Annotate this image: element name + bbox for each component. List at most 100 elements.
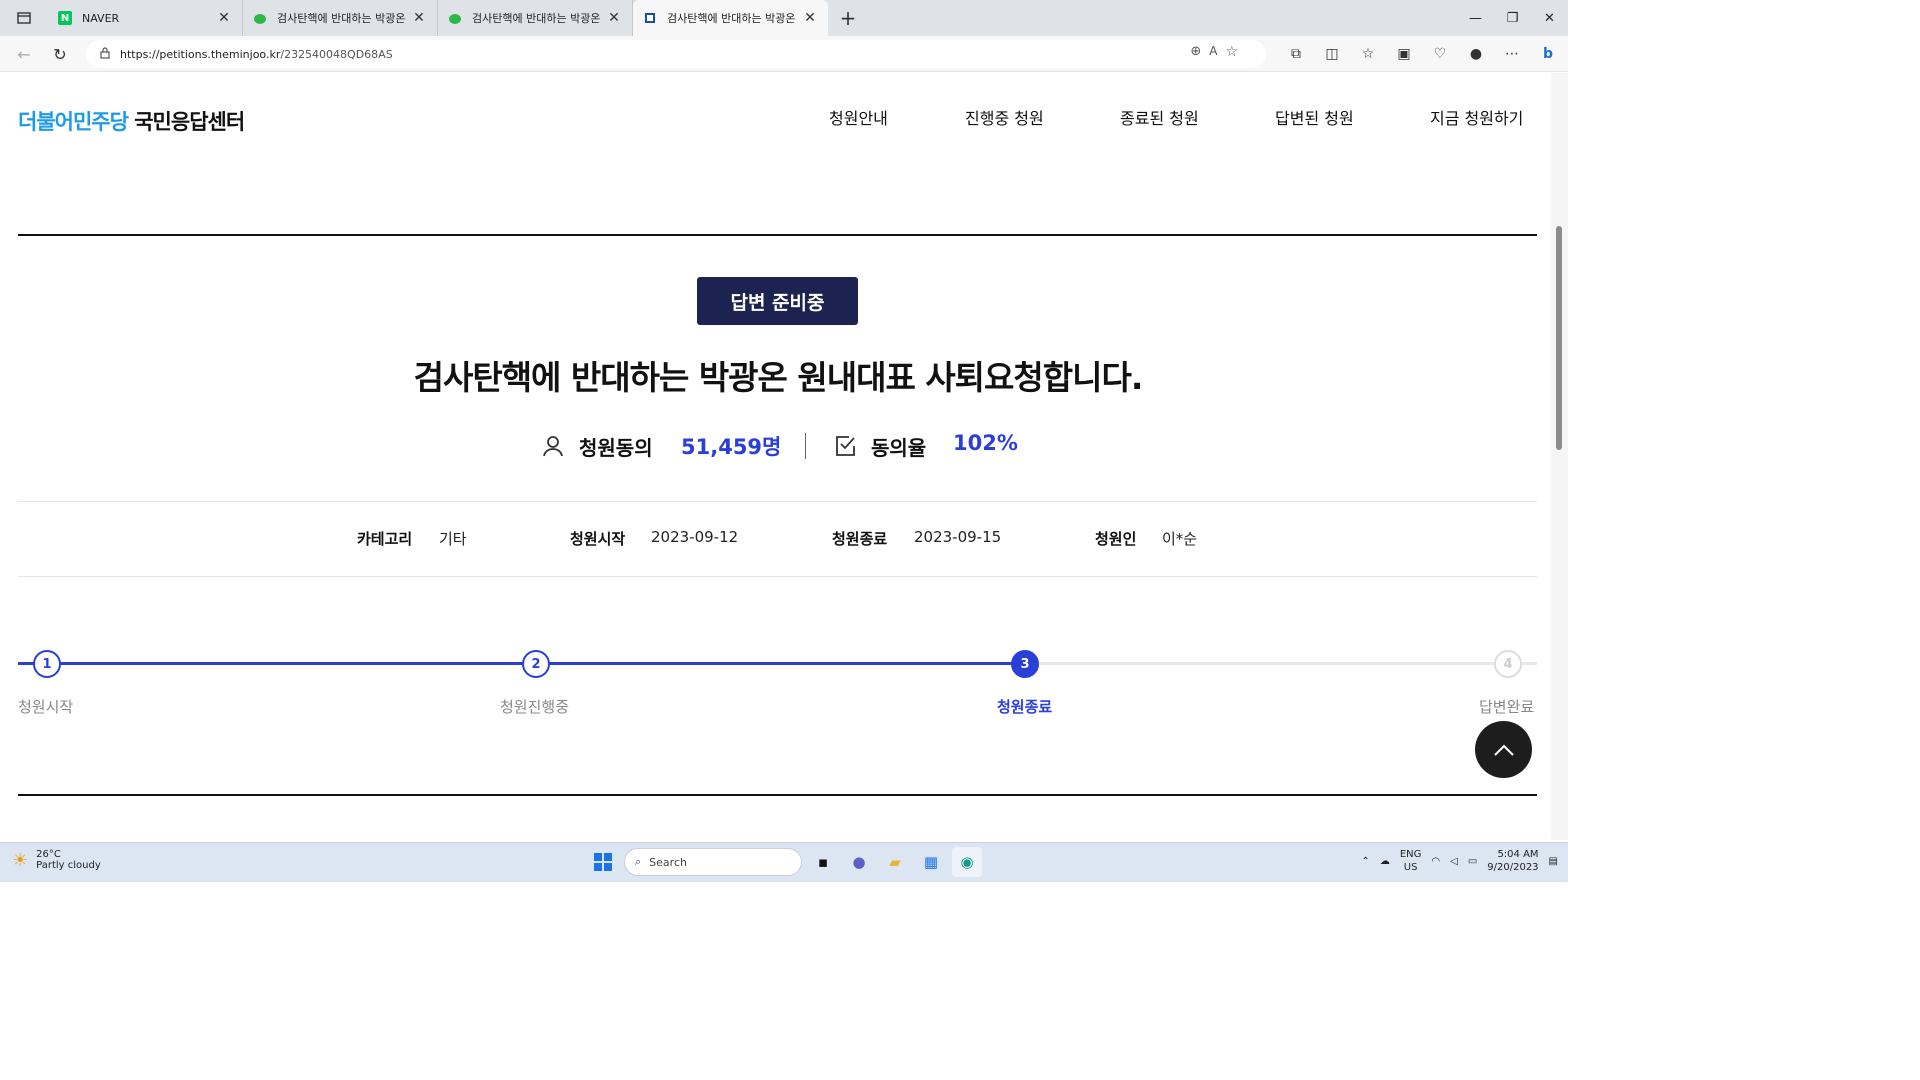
petition-stats: 청원동의 51,459명 동의율 102% — [0, 429, 1551, 465]
window-controls: — ❐ ✕ — [1457, 0, 1568, 36]
favorite-star-icon[interactable]: ☆ — [1225, 44, 1238, 60]
meta-divider-bottom — [18, 576, 1537, 577]
weather-condition: Partly cloudy — [36, 860, 101, 871]
system-tray: ⌃ ☁ ENG US ◠ ◁ ▭ 5:04 AM 9/20/2023 ▤ — [1361, 848, 1558, 874]
nav-answered-petitions[interactable]: 답변된 청원 — [1275, 105, 1354, 129]
scroll-to-top-button[interactable] — [1475, 721, 1532, 778]
page-viewport: 더불어민주당 국민응답센터 청원안내 진행중 청원 종료된 청원 답변된 청원 … — [0, 73, 1551, 840]
more-menu-icon[interactable]: ⋯ — [1494, 42, 1530, 66]
stat-divider — [805, 433, 806, 459]
tab-title: NAVER — [82, 11, 120, 25]
person-icon — [541, 434, 565, 458]
step-1-label: 청원시작 — [18, 698, 74, 716]
nav-write-petition[interactable]: 지금 청원하기 — [1430, 105, 1523, 129]
url-field[interactable]: https://petitions.theminjoo.kr /23254004… — [86, 40, 1266, 68]
main-nav: 청원안내 진행중 청원 종료된 청원 답변된 청원 지금 청원하기 — [0, 105, 1551, 131]
page-scrollbar[interactable] — [1551, 73, 1568, 840]
tab-actions-icon[interactable] — [0, 0, 48, 36]
collections-icon[interactable]: ▣ — [1386, 42, 1422, 66]
scrollbar-thumb[interactable] — [1556, 226, 1562, 450]
volume-icon[interactable]: ◁ — [1450, 856, 1458, 867]
petitioner-value: 이*순 — [1162, 530, 1198, 548]
browser-tab-petition-active[interactable]: 검사탄핵에 반대하는 박광온 ✕ — [633, 0, 828, 36]
browser-tab-naver[interactable]: N NAVER ✕ — [48, 0, 243, 36]
step-4-marker: 4 — [1494, 650, 1522, 678]
nav-ongoing-petitions[interactable]: 진행중 청원 — [965, 105, 1044, 129]
browser-tab-petition-3[interactable]: 검사탄핵에 반대하는 박광온 ✕ — [438, 0, 633, 36]
nav-closed-petitions[interactable]: 종료된 청원 — [1120, 105, 1199, 129]
section-divider-bottom — [18, 794, 1537, 796]
tab-title: 검사탄핵에 반대하는 박광온 — [472, 12, 601, 25]
end-date-label: 청원종료 — [832, 530, 888, 548]
lock-icon — [100, 46, 110, 62]
copilot-icon[interactable]: b — [1530, 42, 1566, 66]
step-3-marker: 3 — [1011, 650, 1039, 678]
start-date-label: 청원시작 — [570, 530, 626, 548]
tab-title: 검사탄핵에 반대하는 박광온 — [667, 12, 796, 25]
language-indicator[interactable]: ENG US — [1400, 848, 1422, 874]
weather-widget[interactable]: ☀ 26°C Partly cloudy — [12, 849, 101, 871]
flag-icon — [643, 11, 657, 25]
restore-icon[interactable]: ❐ — [1494, 0, 1531, 36]
taskbar-center: ⌕ Search ▪ ● ▰ ▦ ◉ — [588, 847, 982, 877]
refresh-icon[interactable]: ↻ — [48, 42, 72, 66]
agree-count: 51,459명 — [681, 435, 782, 459]
status-badge: 답변 준비중 — [697, 277, 858, 325]
chat-icon[interactable]: ● — [844, 847, 874, 877]
clock-time: 5:04 AM — [1497, 849, 1539, 860]
chevron-up-icon — [1493, 744, 1514, 756]
task-view-icon[interactable]: ▪ — [808, 847, 838, 877]
close-tab-icon[interactable]: ✕ — [802, 10, 818, 26]
toolbar-icons: ⧉ ◫ ☆ ▣ ♡ ● ⋯ b — [1278, 42, 1566, 66]
clock-date: 9/20/2023 — [1487, 862, 1539, 873]
step-number: 3 — [1020, 656, 1030, 672]
read-aloud-icon[interactable]: A — [1209, 44, 1217, 60]
step-1-marker: 1 — [33, 650, 61, 678]
clock[interactable]: 5:04 AM 9/20/2023 — [1487, 848, 1538, 874]
favorites-icon[interactable]: ☆ — [1350, 42, 1386, 66]
category-label: 카테고리 — [357, 530, 413, 548]
category-value: 기타 — [439, 530, 467, 548]
store-icon[interactable]: ▦ — [916, 847, 946, 877]
leaf-icon — [253, 11, 267, 25]
rate-label: 동의율 — [871, 436, 927, 460]
taskbar-search[interactable]: ⌕ Search — [624, 848, 802, 876]
profile-avatar-icon[interactable]: ● — [1458, 42, 1494, 66]
step-3-label: 청원종료 — [997, 698, 1053, 716]
browser-tab-petition-2[interactable]: 검사탄핵에 반대하는 박광온 ✕ — [243, 0, 438, 36]
split-screen-icon[interactable]: ◫ — [1314, 42, 1350, 66]
url-host: https://petitions.theminjoo.kr — [120, 47, 281, 61]
petitioner-label: 청원인 — [1095, 530, 1137, 548]
close-window-icon[interactable]: ✕ — [1531, 0, 1568, 36]
extensions-icon[interactable]: ⧉ — [1278, 42, 1314, 66]
windows-taskbar: ☀ 26°C Partly cloudy ⌕ Search ▪ ● ▰ ▦ ◉ … — [0, 842, 1568, 882]
edge-browser-icon[interactable]: ◉ — [952, 847, 982, 877]
agree-label: 청원동의 — [579, 436, 653, 460]
file-explorer-icon[interactable]: ▰ — [880, 847, 910, 877]
rate-value: 102% — [953, 431, 1018, 455]
browser-tab-bar: N NAVER ✕ 검사탄핵에 반대하는 박광온 ✕ 검사탄핵에 반대하는 박광… — [0, 0, 1568, 36]
performance-icon[interactable]: ♡ — [1422, 42, 1458, 66]
close-tab-icon[interactable]: ✕ — [411, 10, 427, 26]
notification-icon[interactable]: ▤ — [1549, 856, 1558, 867]
minimize-icon[interactable]: — — [1457, 0, 1494, 36]
start-windows-icon[interactable] — [588, 847, 618, 877]
step-number: 4 — [1503, 656, 1513, 672]
battery-icon[interactable]: ▭ — [1468, 856, 1477, 867]
meta-divider-top — [18, 501, 1537, 502]
close-tab-icon[interactable]: ✕ — [216, 10, 232, 26]
step-4-label: 답변완료 — [1479, 698, 1535, 716]
new-tab-icon[interactable]: + — [828, 0, 868, 36]
checkbox-icon — [834, 434, 858, 458]
back-icon[interactable]: ← — [12, 42, 36, 66]
chevron-up-icon[interactable]: ⌃ — [1361, 856, 1369, 867]
close-tab-icon[interactable]: ✕ — [606, 10, 622, 26]
leaf-icon — [448, 11, 462, 25]
lang-code: ENG — [1399, 849, 1422, 860]
end-date-value: 2023-09-15 — [914, 528, 1002, 546]
nav-petition-guide[interactable]: 청원안내 — [829, 105, 888, 129]
zoom-icon[interactable]: ⊕ — [1190, 44, 1201, 60]
weather-temperature: 26°C — [36, 849, 61, 860]
wifi-icon[interactable]: ◠ — [1431, 856, 1440, 867]
onedrive-icon[interactable]: ☁ — [1380, 856, 1390, 867]
